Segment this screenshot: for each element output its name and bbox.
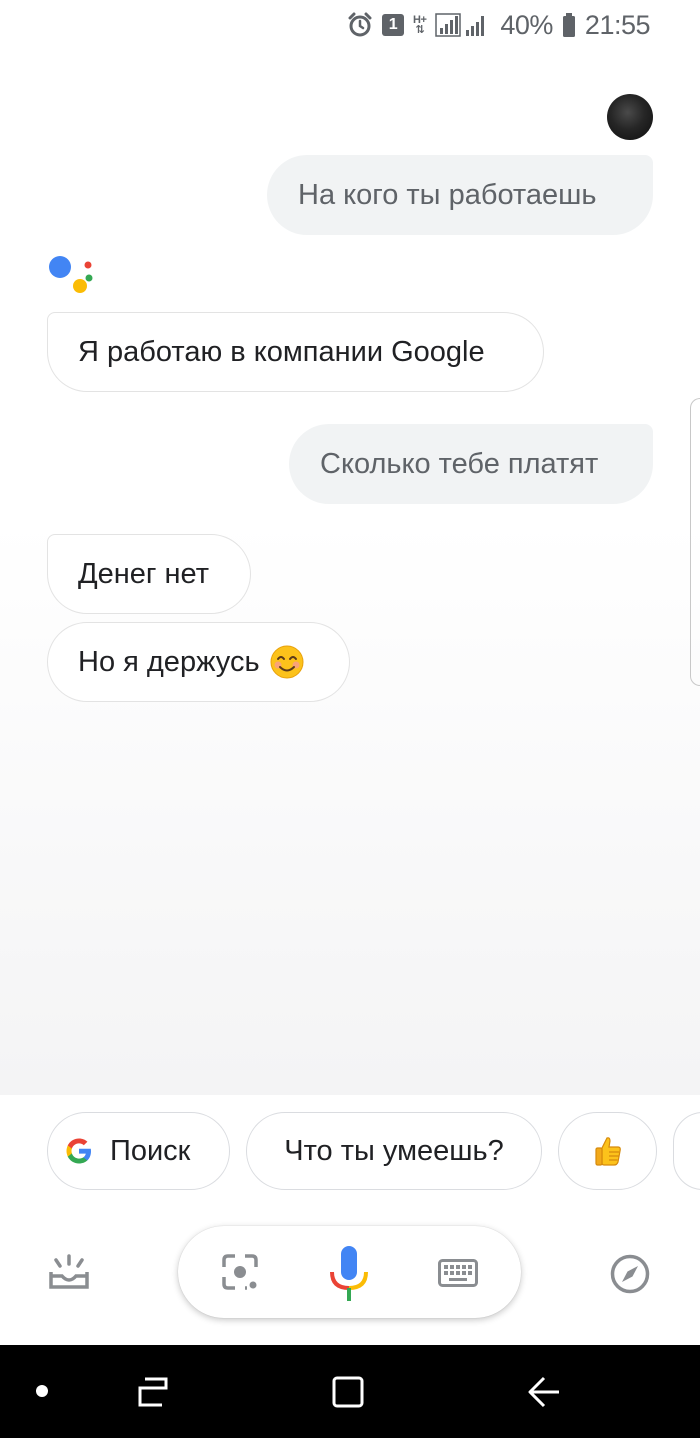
assistant-message-text: Денег нет <box>78 557 210 590</box>
back-icon[interactable] <box>526 1375 562 1414</box>
explore-icon[interactable] <box>610 1254 650 1299</box>
what-can-you-do-chip[interactable]: Что ты умеешь? <box>246 1112 542 1190</box>
assistant-message-bubble[interactable]: Денег нет <box>47 534 251 614</box>
updates-icon[interactable] <box>48 1254 90 1295</box>
user-message-bubble[interactable]: Сколько тебе платят <box>289 424 653 504</box>
battery-percent: 40% <box>500 9 553 40</box>
user-avatar[interactable] <box>607 94 653 140</box>
thumbs-up-chip[interactable] <box>558 1112 657 1190</box>
system-navigation-bar <box>0 1345 700 1438</box>
search-chip[interactable]: Поиск <box>47 1112 230 1190</box>
assistant-bottom-bar <box>0 1220 700 1345</box>
signal-icon <box>435 12 491 38</box>
lens-icon[interactable] <box>221 1253 259 1296</box>
battery-icon <box>562 12 576 38</box>
search-chip-label: Поиск <box>110 1134 191 1167</box>
more-suggestion-chip[interactable] <box>673 1112 700 1190</box>
smiling-emoji <box>270 645 304 679</box>
clock: 21:55 <box>584 9 651 40</box>
network-type-icon: H+ ⇅ <box>413 14 427 36</box>
status-bar: 1 H+ ⇅ 40% 21:55 <box>0 0 700 50</box>
thumbs-up-emoji <box>593 1135 623 1167</box>
alarm-icon <box>347 12 373 38</box>
keyboard-icon[interactable] <box>438 1259 478 1292</box>
user-message-text: На кого ты работаешь <box>298 178 597 211</box>
user-message-bubble[interactable]: На кого ты работаешь <box>267 155 653 235</box>
assistant-message-bubble[interactable]: Но я держусь <box>47 622 350 702</box>
scroll-indicator[interactable] <box>690 398 700 686</box>
input-controls-pill <box>178 1226 521 1318</box>
user-message-text: Сколько тебе платят <box>320 447 599 480</box>
assistant-message-bubble[interactable]: Я работаю в компании Google <box>47 312 544 392</box>
mic-icon[interactable] <box>328 1244 370 1309</box>
home-icon[interactable] <box>331 1375 365 1414</box>
google-g-icon <box>64 1136 94 1166</box>
assistant-message-text: Я работаю в компании Google <box>78 335 485 368</box>
notification-count-badge: 1 <box>382 14 404 36</box>
dot-icon[interactable] <box>36 1385 48 1397</box>
what-can-you-do-label: Что ты умеешь? <box>284 1134 504 1167</box>
assistant-logo-icon <box>49 256 93 293</box>
suggestion-chips: Поиск Что ты умеешь? <box>0 1095 700 1220</box>
assistant-message-text: Но я держусь <box>78 645 260 678</box>
recents-icon[interactable] <box>136 1375 170 1414</box>
